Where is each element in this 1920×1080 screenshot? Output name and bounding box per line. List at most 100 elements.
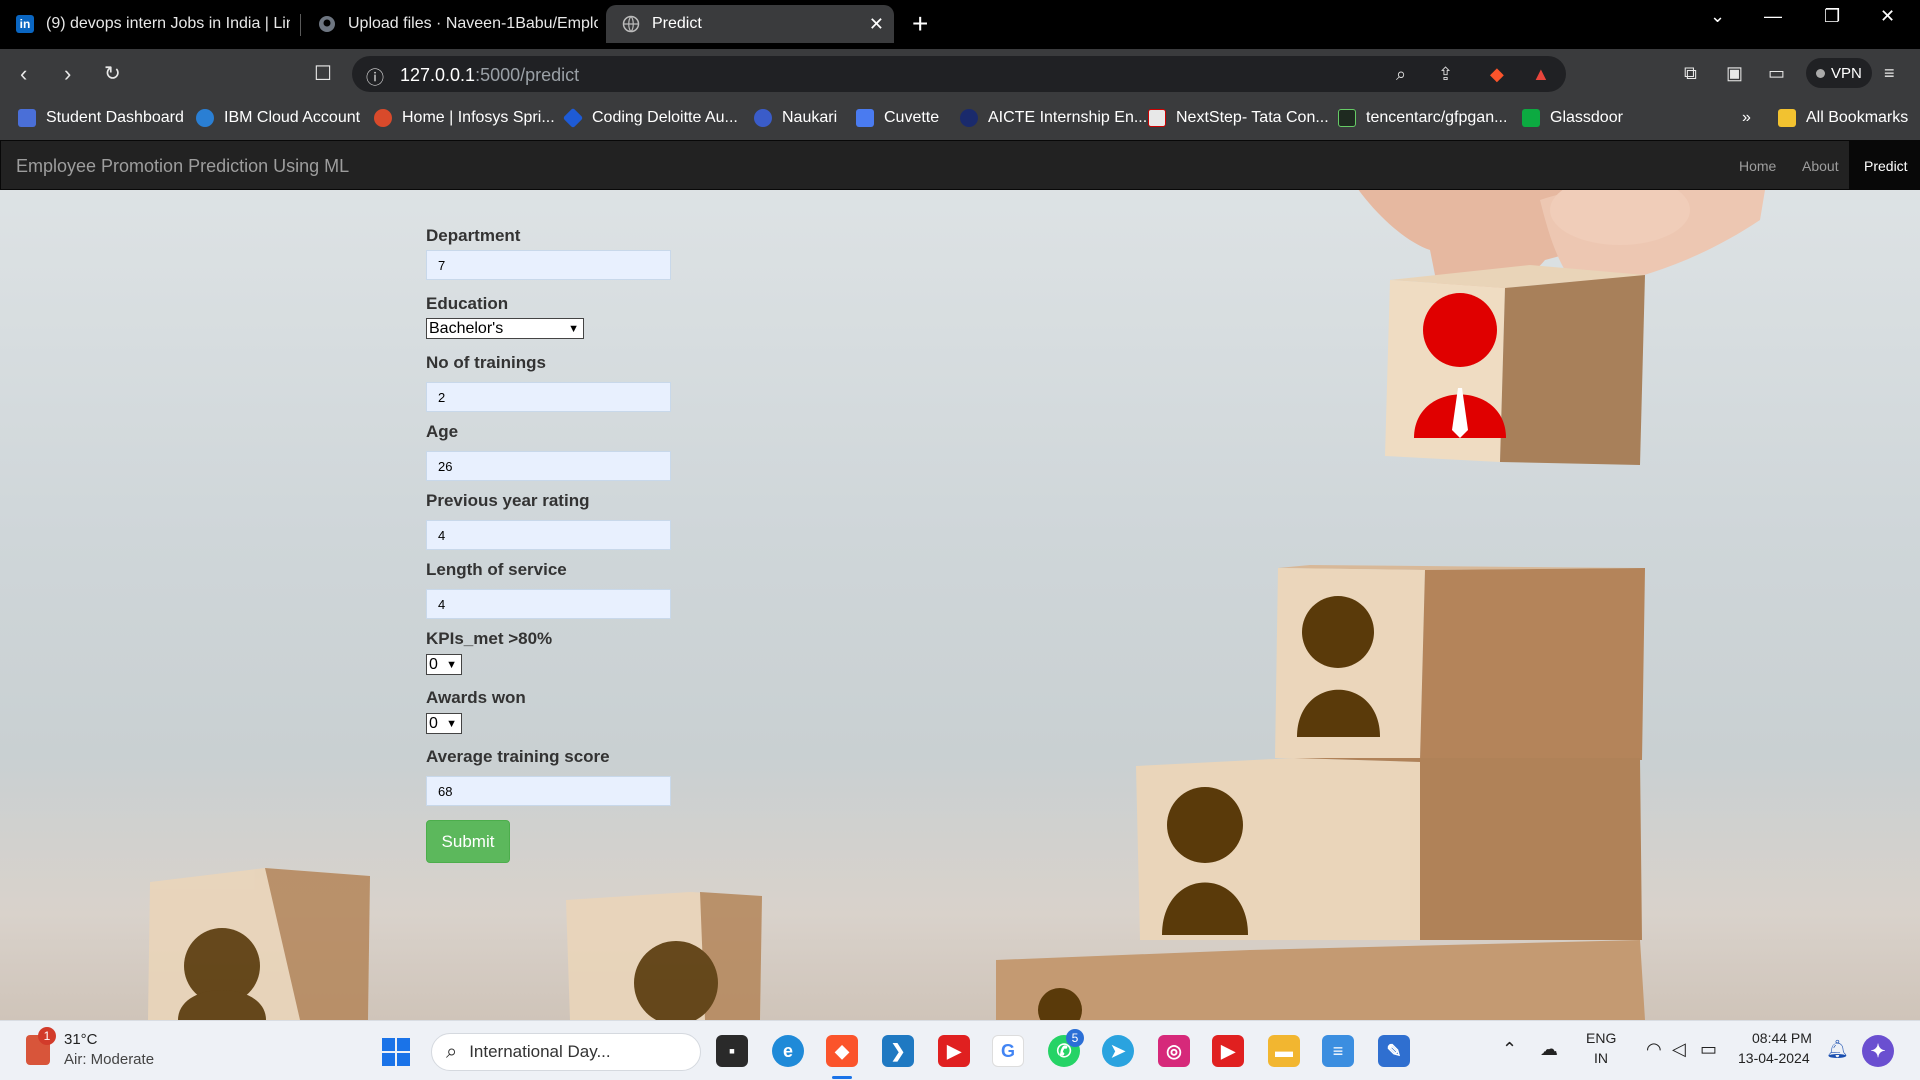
all-bookmarks-button[interactable]: All Bookmarks xyxy=(1778,109,1908,127)
google-icon[interactable]: G xyxy=(992,1035,1024,1067)
zoom-icon[interactable]: ⌕ xyxy=(1396,64,1406,85)
start-icon[interactable] xyxy=(382,1038,410,1066)
bookmark-ibm-cloud[interactable]: IBM Cloud Account xyxy=(196,109,360,127)
close-tab-icon[interactable]: ✕ xyxy=(869,14,884,35)
github-icon xyxy=(1338,109,1356,127)
tab-linkedin[interactable]: in (9) devops intern Jobs in India | Lin… xyxy=(0,5,296,43)
instagram-icon[interactable]: ◎ xyxy=(1158,1035,1190,1067)
region-indicator[interactable]: IN xyxy=(1594,1050,1608,1066)
edge-icon[interactable]: e xyxy=(772,1035,804,1067)
sidebar-icon[interactable]: ▣ xyxy=(1726,63,1743,84)
site-brand[interactable]: Employee Promotion Prediction Using ML xyxy=(16,156,349,177)
bookmark-glassdoor[interactable]: Glassdoor xyxy=(1522,109,1623,127)
telegram-icon[interactable]: ➤ xyxy=(1102,1035,1134,1067)
awards-select[interactable]: 0 ▼ xyxy=(426,713,462,734)
background-illustration xyxy=(148,160,1780,1020)
chevron-down-icon: ▼ xyxy=(446,717,457,730)
bookmark-infosys[interactable]: Home | Infosys Spri... xyxy=(374,109,555,127)
score-label: Average training score xyxy=(426,747,610,766)
dashboard-icon xyxy=(18,109,36,127)
site-info-icon[interactable]: ⓘ xyxy=(366,64,384,90)
language-indicator[interactable]: ENG xyxy=(1586,1030,1616,1046)
browser-toolbar: ‹ › ↻ ☐ ⓘ 127.0.0.1:5000/predict ⌕ ⇪ ◆ ▲… xyxy=(0,49,1920,99)
menu-icon[interactable]: ≡ xyxy=(1884,63,1895,84)
rating-label: Previous year rating xyxy=(426,491,590,510)
nav-about-link[interactable]: About xyxy=(1802,158,1839,174)
trainings-input[interactable] xyxy=(426,382,671,412)
youtube-app-icon[interactable]: ▶ xyxy=(1212,1035,1244,1067)
brave-shields-icon[interactable]: ◆ xyxy=(1490,64,1504,85)
bookmarks-bar: Student Dashboard IBM Cloud Account Home… xyxy=(0,99,1920,140)
wallet-icon[interactable]: ▭ xyxy=(1768,63,1785,84)
submit-button[interactable]: Submit xyxy=(426,820,510,863)
share-icon[interactable]: ⇪ xyxy=(1438,64,1453,85)
onedrive-icon[interactable]: ☁ xyxy=(1540,1039,1558,1060)
brave-icon[interactable]: ◆ xyxy=(826,1035,858,1067)
vscode-icon[interactable]: ❯ xyxy=(882,1035,914,1067)
kpis-select[interactable]: 0 ▼ xyxy=(426,654,462,675)
clock-time[interactable]: 08:44 PM xyxy=(1752,1030,1812,1046)
back-icon[interactable]: ‹ xyxy=(20,61,27,87)
notification-bell-icon[interactable]: 🔔︎ xyxy=(1826,1039,1849,1060)
age-label: Age xyxy=(426,422,459,441)
service-group: Length of service xyxy=(426,560,671,619)
new-tab-icon[interactable]: + xyxy=(912,8,928,40)
bookmark-deloitte[interactable]: Coding Deloitte Au... xyxy=(562,107,738,129)
weather-badge: 1 xyxy=(38,1027,56,1045)
tab-search-chevron-icon[interactable]: ⌄ xyxy=(1710,6,1725,27)
battery-icon[interactable]: ▭ xyxy=(1700,1039,1717,1060)
youtube-icon[interactable]: ▶ xyxy=(938,1035,970,1067)
task-view-icon[interactable]: ▪ xyxy=(716,1035,748,1067)
tab-separator xyxy=(300,14,301,36)
nav-predict-link[interactable]: Predict xyxy=(1849,141,1920,190)
tab-github[interactable]: Upload files · Naveen-1Babu/Employee xyxy=(302,5,602,43)
clock-date[interactable]: 13-04-2024 xyxy=(1738,1050,1810,1066)
linkedin-icon: in xyxy=(16,15,34,33)
bookmark-nextstep[interactable]: NextStep- Tata Con... xyxy=(1148,109,1329,127)
weather-temp: 31°C xyxy=(64,1031,98,1048)
bookmark-cuvette[interactable]: Cuvette xyxy=(856,109,939,127)
taskbar-search[interactable]: ⌕ International Day... xyxy=(431,1033,701,1071)
tcs-icon xyxy=(1148,109,1166,127)
nav-home-link[interactable]: Home xyxy=(1739,158,1776,174)
education-select[interactable]: Bachelor's ▼ xyxy=(426,318,584,339)
rating-input[interactable] xyxy=(426,520,671,550)
reload-icon[interactable]: ↻ xyxy=(104,61,121,86)
tab-predict[interactable]: Predict ✕ xyxy=(606,5,894,43)
bookmark-naukari[interactable]: Naukari xyxy=(754,109,837,127)
file-explorer-icon[interactable]: ▬ xyxy=(1268,1035,1300,1067)
whatsapp-badge: 5 xyxy=(1066,1029,1084,1047)
department-input[interactable] xyxy=(426,250,671,280)
paint-icon[interactable]: ✎ xyxy=(1378,1035,1410,1067)
age-input[interactable] xyxy=(426,451,671,481)
address-url: 127.0.0.1:5000/predict xyxy=(400,65,580,85)
volume-icon[interactable]: ◁ xyxy=(1672,1039,1686,1060)
notepad-icon[interactable]: ≡ xyxy=(1322,1035,1354,1067)
service-input[interactable] xyxy=(426,589,671,619)
vpn-button[interactable]: VPN xyxy=(1806,58,1872,88)
bookmark-aicte[interactable]: AICTE Internship En... xyxy=(960,109,1147,127)
wifi-icon[interactable]: ◠ xyxy=(1646,1039,1662,1060)
browser-tab-strip: in (9) devops intern Jobs in India | Lin… xyxy=(0,0,1920,49)
trainings-group: No of trainings xyxy=(426,353,671,412)
bookmarks-overflow-button[interactable]: » xyxy=(1742,109,1751,127)
copilot-icon[interactable]: ✦ xyxy=(1862,1035,1894,1067)
bookmark-tencentarc[interactable]: tencentarc/gfpgan... xyxy=(1338,109,1507,127)
trainings-label: No of trainings xyxy=(426,353,546,372)
score-input[interactable] xyxy=(426,776,671,806)
minimize-icon[interactable]: — xyxy=(1764,6,1782,27)
ibm-cloud-icon xyxy=(196,109,214,127)
bookmark-page-icon[interactable]: ☐ xyxy=(314,61,332,86)
show-hidden-icons-chevron[interactable]: ⌃ xyxy=(1502,1039,1517,1060)
address-bar[interactable]: ⓘ 127.0.0.1:5000/predict ⌕ ⇪ ◆ ▲ xyxy=(352,56,1566,92)
restore-icon[interactable]: ❐ xyxy=(1824,6,1840,27)
brown-person-cube-middle xyxy=(1275,565,1645,760)
brave-rewards-icon[interactable]: ▲ xyxy=(1532,64,1550,85)
forward-icon[interactable]: › xyxy=(64,61,71,87)
folder-icon xyxy=(1778,109,1796,127)
bookmark-student-dashboard[interactable]: Student Dashboard xyxy=(18,109,184,127)
education-label: Education xyxy=(426,294,509,313)
extensions-icon[interactable]: ⧉ xyxy=(1684,63,1697,84)
close-window-icon[interactable]: ✕ xyxy=(1880,6,1895,27)
awards-label: Awards won xyxy=(426,688,526,707)
